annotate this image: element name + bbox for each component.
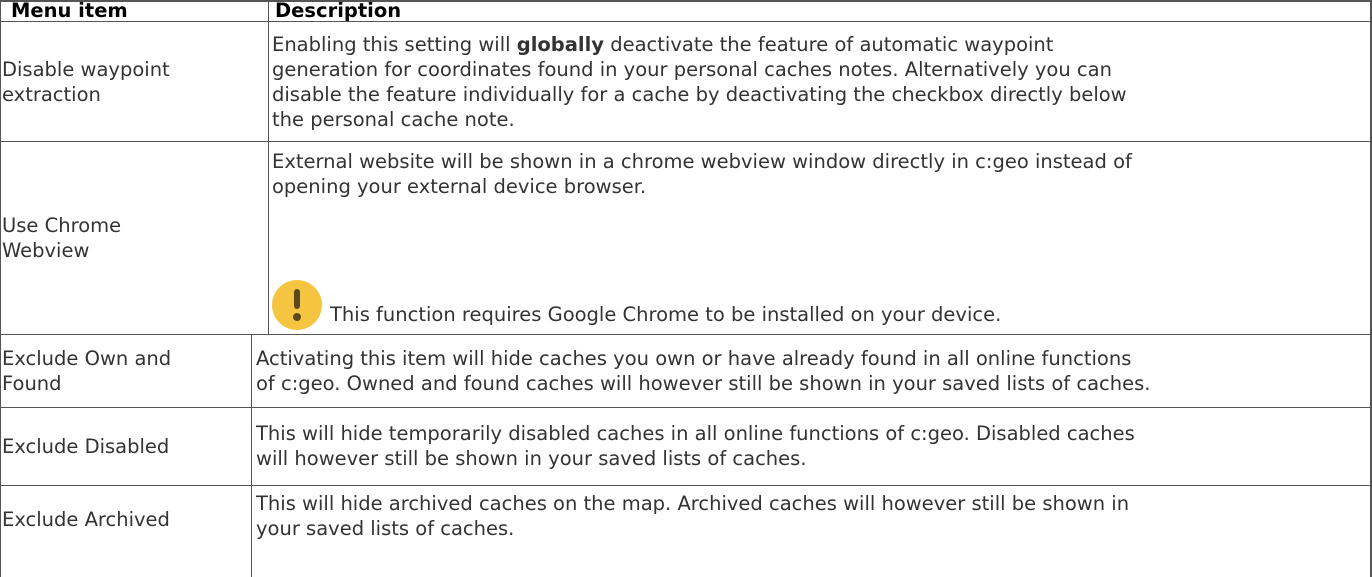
description-line: External website will be shown in a chro… — [272, 150, 1132, 173]
row-item-label-line2: Webview — [2, 238, 90, 262]
row-disable-waypoint-description: Enabling this setting will globally deac… — [272, 22, 1367, 141]
header-description-label: Description — [275, 0, 402, 22]
table-border-top — [0, 0, 1372, 2]
row-chrome-webview-description: External website will be shown in a chro… — [272, 141, 1367, 221]
row-item-label-line2: Found — [2, 371, 62, 395]
header-menu-item: Menu item — [11, 0, 261, 22]
row-exclude-disabled-item: Exclude Disabled — [2, 407, 247, 485]
row-item-label-line2: extraction — [2, 82, 101, 106]
row-exclude-archived-description: This will hide archived caches on the ma… — [256, 485, 1370, 577]
header-bottom-border — [0, 21, 1372, 22]
row-chrome-webview-item: Use Chrome Webview — [2, 141, 262, 334]
row-exclude-archived-item: Exclude Archived — [2, 485, 247, 577]
row-item-label-line1: Exclude Disabled — [2, 434, 170, 458]
row-exclude-disabled-description: This will hide temporarily disabled cach… — [256, 407, 1370, 485]
header-description: Description — [275, 0, 1365, 22]
description-line: This will hide temporarily disabled cach… — [256, 422, 1135, 445]
header-menu-item-label: Menu item — [11, 0, 128, 22]
table-border-left — [0, 0, 1, 577]
row-divider — [0, 407, 1372, 408]
description-line: Activating this item will hide caches yo… — [256, 346, 1132, 370]
bold-globally: globally — [516, 32, 605, 56]
row-item-label-line1: Disable waypoint — [2, 57, 170, 81]
row-item-label-line1: Exclude Archived — [2, 508, 170, 531]
row-divider — [0, 141, 1372, 142]
description-line: will however still be shown in your save… — [256, 447, 807, 470]
row-exclude-own-found-description: Activating this item will hide caches yo… — [256, 334, 1370, 407]
description-line: generation for coordinates found in your… — [272, 57, 1112, 81]
row-item-label-line1: Exclude Own and — [2, 346, 172, 370]
column-divider-upper — [268, 0, 269, 334]
note-text: This function requires Google Chrome to … — [330, 303, 1002, 326]
row-exclude-own-found-item: Exclude Own and Found — [2, 334, 247, 407]
description-line: Enabling this setting will globally deac… — [272, 32, 1054, 56]
row-item-label-line1: Use Chrome — [2, 213, 122, 237]
description-line: of c:geo. Owned and found caches will ho… — [256, 371, 1151, 395]
chrome-requirement-note: This function requires Google Chrome to … — [272, 280, 1072, 330]
row-divider — [0, 485, 1372, 486]
row-disable-waypoint-item: Disable waypoint extraction — [2, 22, 262, 141]
description-line: your saved lists of caches. — [256, 517, 515, 540]
description-line: disable the feature individually for a c… — [272, 82, 1127, 106]
description-line: This will hide archived caches on the ma… — [256, 492, 1130, 515]
description-line: opening your external device browser. — [272, 175, 647, 198]
description-line: the personal cache note. — [272, 107, 515, 131]
row-divider — [0, 334, 1372, 335]
exclamation-warning-icon — [272, 280, 322, 330]
column-divider-lower — [251, 334, 252, 577]
